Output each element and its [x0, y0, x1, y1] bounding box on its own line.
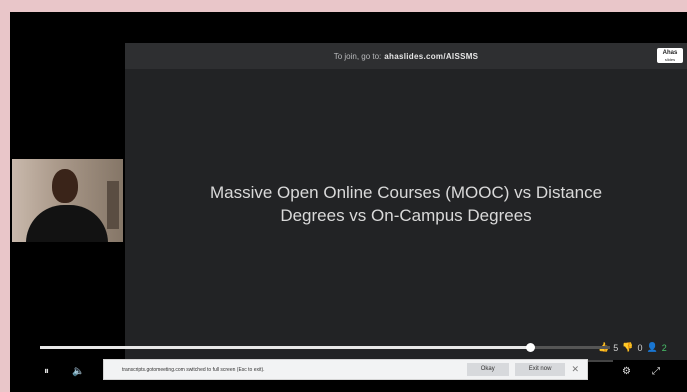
playback-progress-bar[interactable]: [40, 343, 610, 352]
logo-subtext: slides: [664, 57, 676, 62]
viewers-count: 2: [661, 342, 667, 353]
join-url: ahaslides.com/AISSMS: [384, 51, 479, 61]
presenter-body: [26, 205, 108, 242]
presenter-head: [52, 169, 78, 203]
viewers-icon: 👤: [646, 342, 658, 352]
slide-title: Massive Open Online Courses (MOOC) vs Di…: [145, 181, 667, 227]
fullscreen-notice: transcripts.gotomeeting.com switched to …: [103, 359, 588, 380]
slide-title-line1: Massive Open Online Courses (MOOC) vs Di…: [209, 183, 603, 202]
volume-icon[interactable]: 🔈: [72, 366, 84, 378]
settings-icon[interactable]: ⚙: [622, 366, 631, 378]
join-instructions-bar: To join, go to: ahaslides.com/AISSMS: [125, 43, 687, 69]
logo-text: Ahas: [662, 50, 678, 56]
fullscreen-notice-message: transcripts.gotomeeting.com switched to …: [122, 366, 265, 373]
slide-title-line2: Degrees vs On-Campus Degrees: [280, 206, 532, 225]
ahaslides-logo: Ahas slides: [657, 48, 683, 63]
fullscreen-icon[interactable]: ⤢: [652, 366, 660, 378]
progress-scrubber-handle[interactable]: [526, 343, 536, 352]
join-prefix: To join, go to:: [333, 51, 382, 61]
webcam-background-shelf: [107, 181, 119, 229]
pause-icon[interactable]: ⏸: [44, 366, 49, 378]
dislikes-count: 0: [637, 342, 643, 353]
presenter-webcam: [12, 159, 123, 242]
progress-fill: [40, 346, 531, 349]
video-frame: To join, go to: ahaslides.com/AISSMS Aha…: [10, 12, 687, 392]
likes-count: 5: [613, 342, 619, 353]
presentation-slide: To join, go to: ahaslides.com/AISSMS Aha…: [125, 43, 687, 360]
exit-now-button[interactable]: Exit now: [514, 363, 566, 376]
okay-button[interactable]: Okay: [466, 363, 509, 376]
thumbs-down-icon[interactable]: 👎: [622, 342, 633, 353]
close-icon[interactable]: ✕: [571, 364, 579, 375]
